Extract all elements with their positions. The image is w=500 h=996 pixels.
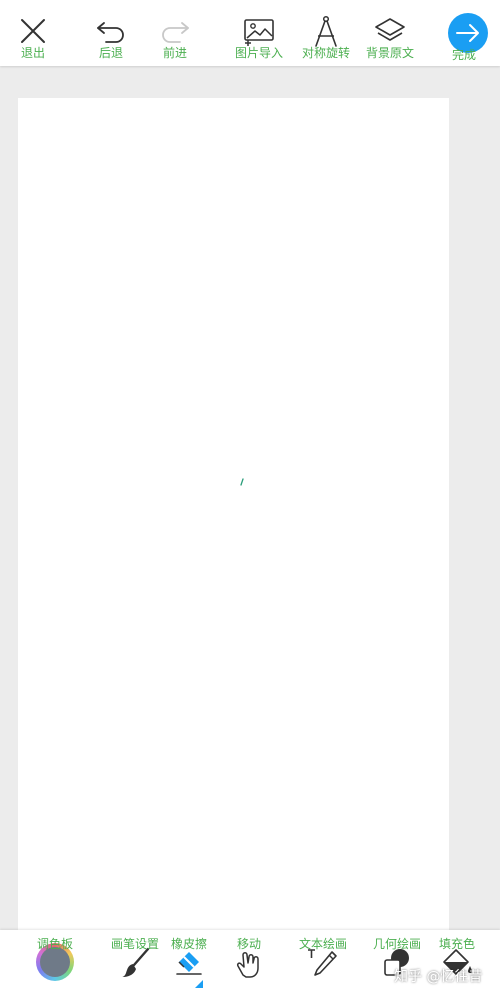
- text-drawing-label: 文本绘画: [298, 937, 348, 951]
- import-image-label: 图片导入: [235, 46, 284, 60]
- import-image-button[interactable]: 图片导入: [235, 0, 283, 66]
- brush-stroke: [240, 478, 244, 486]
- symmetry-rotate-button[interactable]: 对称旋转: [301, 0, 351, 66]
- bottom-toolbar: 调色板 画笔设置 橡皮擦 移动 文本绘画 几何绘画 填充色: [0, 930, 500, 996]
- eraser-label: 橡皮擦: [170, 937, 208, 951]
- undo-label: 后退: [98, 46, 123, 60]
- drawing-app: 退出 后退 前进 图片导入 对称旋转 背景原文 完成 调色板 画笔设置 橡皮擦 …: [0, 0, 500, 996]
- shapes-drawing-button[interactable]: 几何绘画: [370, 930, 424, 996]
- background-original-button[interactable]: 背景原文: [365, 0, 415, 66]
- redo-label: 前进: [162, 46, 187, 60]
- close-icon: [21, 19, 45, 43]
- shapes-drawing-label: 几何绘画: [372, 937, 422, 951]
- layers-icon: [375, 18, 405, 41]
- undo-button[interactable]: 后退: [94, 0, 128, 66]
- redo-button[interactable]: 前进: [158, 0, 192, 66]
- symmetry-rotate-label: 对称旋转: [301, 46, 350, 60]
- redo-icon: [162, 22, 189, 43]
- palette-button[interactable]: 调色板: [30, 930, 80, 996]
- done-label: 完成: [452, 48, 477, 62]
- brush-settings-label: 画笔设置: [110, 937, 160, 951]
- eraser-button[interactable]: 橡皮擦: [166, 930, 212, 996]
- text-drawing-button[interactable]: 文本绘画: [296, 930, 350, 996]
- watermark: 知乎 @忆往昔: [394, 969, 483, 985]
- arrow-right-icon: [456, 24, 479, 42]
- image-import-icon: [244, 19, 274, 46]
- compass-icon: [315, 15, 337, 47]
- palette-label: 调色板: [36, 937, 74, 951]
- fill-color-label: 填充色: [438, 937, 476, 951]
- exit-label: 退出: [20, 46, 45, 60]
- fill-color-button[interactable]: 填充色: [436, 930, 478, 996]
- background-original-label: 背景原文: [365, 46, 414, 60]
- drawing-canvas[interactable]: [18, 98, 449, 930]
- top-toolbar: 退出 后退 前进 图片导入 对称旋转 背景原文 完成: [0, 0, 500, 66]
- submenu-indicator: [195, 980, 203, 988]
- exit-button[interactable]: 退出: [16, 0, 50, 66]
- move-label: 移动: [236, 937, 262, 951]
- brush-settings-button[interactable]: 画笔设置: [106, 930, 164, 996]
- move-button[interactable]: 移动: [230, 930, 268, 996]
- undo-icon: [97, 22, 124, 43]
